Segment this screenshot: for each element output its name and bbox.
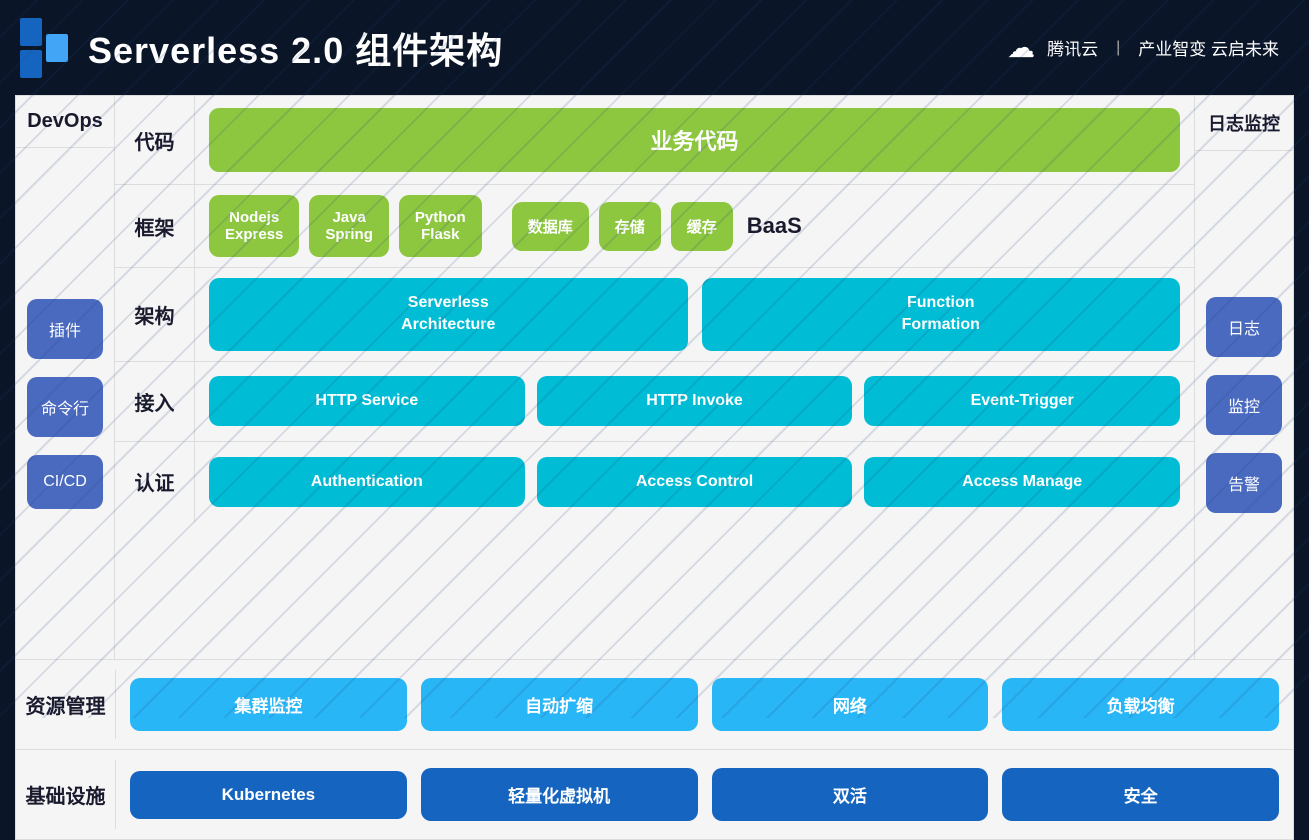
framework-storage[interactable]: 存储 (599, 202, 661, 251)
label-infra: 基础设施 (16, 760, 116, 829)
infra-dual[interactable]: 双活 (712, 768, 989, 821)
header: Serverless 2.0 组件架构 ☁ 腾讯云 | 产业智变 云启未来 (0, 0, 1309, 95)
monitor-items: 日志 监控 告警 (1198, 151, 1290, 659)
business-code-btn[interactable]: 业务代码 (209, 108, 1180, 172)
label-framework: 框架 (115, 185, 195, 267)
row-arch: 架构 Serverless Architecture Function Form… (115, 268, 1194, 362)
center-content: 代码 业务代码 框架 Nodejs Express Java Spring (115, 95, 1194, 660)
row-framework: 框架 Nodejs Express Java Spring Python Fla… (115, 185, 1194, 268)
row-auth: 认证 Authentication Access Control Access … (115, 442, 1194, 522)
content-auth: Authentication Access Control Access Man… (195, 442, 1194, 522)
sidebar-item-cli[interactable]: 命令行 (27, 377, 103, 437)
resource-cluster[interactable]: 集群监控 (130, 678, 407, 731)
label-auth: 认证 (115, 442, 195, 522)
content-resource: 集群监控 自动扩缩 网络 负载均衡 (116, 670, 1293, 739)
row-access: 接入 HTTP Service HTTP Invoke Event-Trigge… (115, 362, 1194, 442)
header-right: ☁ 腾讯云 | 产业智变 云启未来 (1007, 31, 1279, 64)
content-code: 业务代码 (195, 96, 1194, 184)
resource-autoscale[interactable]: 自动扩缩 (421, 678, 698, 731)
infra-k8s[interactable]: Kubernetes (130, 771, 407, 819)
header-slogan: 产业智变 云启未来 (1138, 35, 1279, 60)
content-infra: Kubernetes 轻量化虚拟机 双活 安全 (116, 760, 1293, 829)
sidebar-item-alert[interactable]: 告警 (1206, 453, 1282, 513)
row-infra: 基础设施 Kubernetes 轻量化虚拟机 双活 安全 (15, 750, 1294, 840)
label-resource: 资源管理 (16, 670, 116, 739)
label-arch: 架构 (115, 268, 195, 361)
infra-security[interactable]: 安全 (1002, 768, 1279, 821)
header-divider: | (1116, 39, 1120, 57)
resource-network[interactable]: 网络 (712, 678, 989, 731)
sidebar-item-cicd[interactable]: CI/CD (27, 455, 103, 509)
content-access: HTTP Service HTTP Invoke Event-Trigger (195, 362, 1194, 441)
label-code: 代码 (115, 96, 195, 184)
monitor-header: 日志监控 (1195, 96, 1293, 151)
arch-function[interactable]: Function Formation (702, 278, 1181, 351)
devops-items: 插件 命令行 CI/CD (19, 148, 111, 659)
resource-loadbalance[interactable]: 负载均衡 (1002, 678, 1279, 731)
devops-header: DevOps (16, 96, 114, 148)
content-framework: Nodejs Express Java Spring Python Flask … (195, 185, 1194, 267)
auth-authentication[interactable]: Authentication (209, 457, 525, 507)
baas-label: BaaS (747, 213, 802, 239)
label-access: 接入 (115, 362, 195, 441)
framework-java[interactable]: Java Spring (309, 195, 389, 257)
page-title: Serverless 2.0 组件架构 (88, 22, 503, 74)
framework-python[interactable]: Python Flask (399, 195, 482, 257)
framework-db[interactable]: 数据库 (512, 202, 589, 251)
arch-serverless[interactable]: Serverless Architecture (209, 278, 688, 351)
sidebar-item-monitor[interactable]: 监控 (1206, 375, 1282, 435)
header-left: Serverless 2.0 组件架构 (20, 18, 503, 78)
cloud-icon: ☁ (1007, 31, 1035, 64)
infra-vm[interactable]: 轻量化虚拟机 (421, 768, 698, 821)
sidebar-monitor: 日志监控 日志 监控 告警 (1194, 95, 1294, 660)
content-arch: Serverless Architecture Function Formati… (195, 268, 1194, 361)
framework-left: Nodejs Express Java Spring Python Flask (209, 195, 482, 257)
framework-right: 数据库 存储 缓存 BaaS (512, 202, 802, 251)
main-wrapper: DevOps 插件 命令行 CI/CD 代码 业务代码 框架 Nodejs Ex… (15, 95, 1294, 660)
brand-name: 腾讯云 (1047, 35, 1098, 60)
bottom-section: 资源管理 集群监控 自动扩缩 网络 负载均衡 基础设施 Kubernetes 轻… (15, 660, 1294, 840)
auth-access-manage[interactable]: Access Manage (864, 457, 1180, 507)
access-event-trigger[interactable]: Event-Trigger (864, 376, 1180, 426)
row-resource: 资源管理 集群监控 自动扩缩 网络 负载均衡 (15, 660, 1294, 750)
framework-nodejs[interactable]: Nodejs Express (209, 195, 299, 257)
sidebar-item-log[interactable]: 日志 (1206, 297, 1282, 357)
sidebar-devops: DevOps 插件 命令行 CI/CD (15, 95, 115, 660)
access-http-service[interactable]: HTTP Service (209, 376, 525, 426)
sidebar-item-plugin[interactable]: 插件 (27, 299, 103, 359)
framework-cache[interactable]: 缓存 (671, 202, 733, 251)
row-code: 代码 业务代码 (115, 96, 1194, 185)
auth-access-control[interactable]: Access Control (537, 457, 853, 507)
logo-icon (20, 18, 70, 78)
access-http-invoke[interactable]: HTTP Invoke (537, 376, 853, 426)
